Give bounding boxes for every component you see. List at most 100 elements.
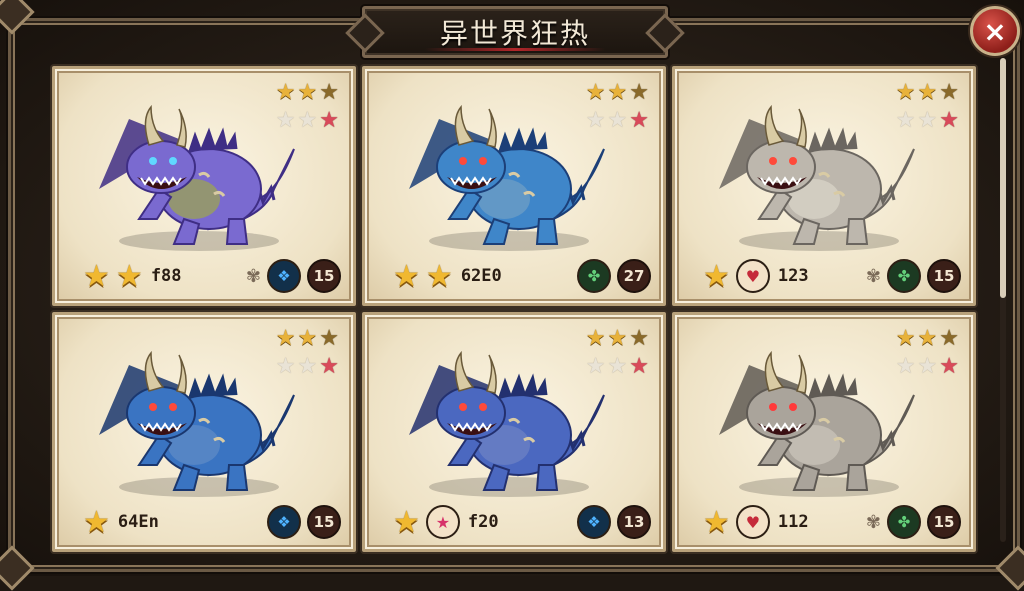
star-row: ★ ★ ★ [276, 81, 339, 105]
green-element-icon: ✤ [887, 505, 921, 539]
star-icon: ★ [629, 80, 649, 105]
gold-star-icon: ★ [703, 258, 730, 294]
star-icon: ★ [319, 354, 339, 379]
close-button[interactable]: × [970, 6, 1020, 56]
star-icon: ★ [917, 80, 938, 105]
star-icon: ★ [939, 108, 959, 133]
level-badge: 27 [617, 259, 651, 293]
panel-title: 异世界狂热 [439, 17, 590, 50]
star-icon: ★ [585, 80, 606, 105]
creature-card[interactable]: ★ ★ ★ ★ ★ ★ ★ ♥ 123 ✾ ✤ 15 [672, 66, 976, 306]
star-icon: ★ [895, 108, 916, 133]
green-element-icon: ✤ [577, 259, 611, 293]
star-icon: ★ [917, 108, 938, 133]
rarity-stars: ★ ★ ★ ★ ★ ★ [896, 327, 959, 379]
star-icon: ★ [297, 108, 318, 133]
card-stats-bar: ★ 64En ❖ 15 [83, 504, 341, 540]
star-row: ★ ★ ★ [586, 109, 649, 133]
rarity-stars: ★ ★ ★ ★ ★ ★ [896, 81, 959, 133]
green-element-icon: ✤ [887, 259, 921, 293]
game-panel: 异世界狂热 × ★ ★ ★ ★ ★ ★ ★ ★ f88 ✾ ❖ 15 ★ ★ ★… [0, 0, 1024, 591]
creature-card[interactable]: ★ ★ ★ ★ ★ ★ ★ 64En ❖ 15 [52, 312, 356, 552]
blue-element-icon: ❖ [267, 259, 301, 293]
gold-star-icon: ★ [83, 258, 110, 294]
gold-star-icon: ★ [703, 504, 730, 540]
star-icon: ★ [629, 326, 649, 351]
creature-card[interactable]: ★ ★ ★ ★ ★ ★ ★ ★ f20 ❖ 13 [362, 312, 666, 552]
star-row: ★ ★ ★ [276, 355, 339, 379]
star-icon: ★ [607, 354, 628, 379]
star-row: ★ ★ ★ [586, 327, 649, 351]
star-icon: ★ [607, 326, 628, 351]
star-icon: ★ [629, 354, 649, 379]
creature-portrait [99, 104, 295, 251]
gold-star-icon: ★ [83, 504, 110, 540]
star-row: ★ ★ ★ [896, 109, 959, 133]
star-icon: ★ [275, 326, 296, 351]
heart-icon: ♥ [735, 505, 770, 539]
star-icon: ★ [275, 80, 296, 105]
star-icon: ★ [917, 326, 938, 351]
star-icon: ★ [297, 354, 318, 379]
star-icon: ★ [585, 326, 606, 351]
star-icon: ★ [895, 354, 916, 379]
title-underline [425, 48, 605, 51]
card-stats-bar: ★ ★ f20 ❖ 13 [393, 504, 651, 540]
star-icon: ★ [895, 80, 916, 105]
scroll-thumb[interactable] [1000, 58, 1006, 298]
gold-star-icon: ★ [115, 258, 143, 294]
star-row: ★ ★ ★ [276, 327, 339, 351]
creature-portrait [409, 104, 605, 251]
star-row: ★ ★ ★ [586, 355, 649, 379]
star-row: ★ ★ ★ [896, 81, 959, 105]
rarity-stars: ★ ★ ★ ★ ★ ★ [586, 81, 649, 133]
star-icon: ★ [319, 80, 339, 105]
leaf-icon: ✾ [865, 511, 881, 533]
creature-portrait [409, 350, 605, 497]
heart-icon: ♥ [735, 259, 770, 293]
star-icon: ★ [939, 80, 959, 105]
creature-grid: ★ ★ ★ ★ ★ ★ ★ ★ f88 ✾ ❖ 15 ★ ★ ★ ★ ★ ★ ★ ★ 62E0 ✤ 27 [52, 66, 976, 552]
star-icon: ★ [297, 326, 318, 351]
creature-code: 62E0 [460, 266, 502, 286]
rarity-stars: ★ ★ ★ ★ ★ ★ [276, 81, 339, 133]
star-row: ★ ★ ★ [586, 81, 649, 105]
creature-portrait [99, 350, 295, 497]
creature-code: 64En [117, 512, 159, 532]
star-icon: ★ [939, 354, 959, 379]
title-plate: 异世界狂热 [362, 6, 668, 58]
star-icon: ★ [607, 80, 628, 105]
star-icon: ★ [917, 354, 938, 379]
star-icon: ★ [585, 354, 606, 379]
level-badge: 13 [617, 505, 651, 539]
blue-element-icon: ❖ [267, 505, 301, 539]
rarity-stars: ★ ★ ★ ★ ★ ★ [586, 327, 649, 379]
level-badge: 15 [307, 505, 341, 539]
leaf-icon: ✾ [245, 265, 261, 287]
creature-card[interactable]: ★ ★ ★ ★ ★ ★ ★ ♥ 112 ✾ ✤ 15 [672, 312, 976, 552]
star-icon: ★ [319, 326, 339, 351]
creature-portrait [719, 104, 915, 251]
star-icon: ★ [939, 326, 959, 351]
pink-star-icon: ★ [425, 505, 460, 539]
creature-card[interactable]: ★ ★ ★ ★ ★ ★ ★ ★ 62E0 ✤ 27 [362, 66, 666, 306]
gold-star-icon: ★ [393, 258, 420, 294]
creature-card[interactable]: ★ ★ ★ ★ ★ ★ ★ ★ f88 ✾ ❖ 15 [52, 66, 356, 306]
star-icon: ★ [895, 326, 916, 351]
creature-code: f88 [150, 266, 182, 286]
level-badge: 15 [927, 259, 961, 293]
card-stats-bar: ★ ★ 62E0 ✤ 27 [393, 258, 651, 294]
star-icon: ★ [629, 108, 649, 133]
star-icon: ★ [319, 108, 339, 133]
creature-portrait [719, 350, 915, 497]
creature-code: f20 [467, 512, 499, 532]
star-row: ★ ★ ★ [896, 327, 959, 351]
gold-star-icon: ★ [425, 258, 453, 294]
blue-element-icon: ❖ [577, 505, 611, 539]
star-icon: ★ [297, 80, 318, 105]
scrollbar[interactable] [1000, 58, 1006, 542]
star-row: ★ ★ ★ [896, 355, 959, 379]
card-stats-bar: ★ ♥ 123 ✾ ✤ 15 [703, 258, 961, 294]
gold-star-icon: ★ [393, 504, 420, 540]
star-icon: ★ [275, 354, 296, 379]
